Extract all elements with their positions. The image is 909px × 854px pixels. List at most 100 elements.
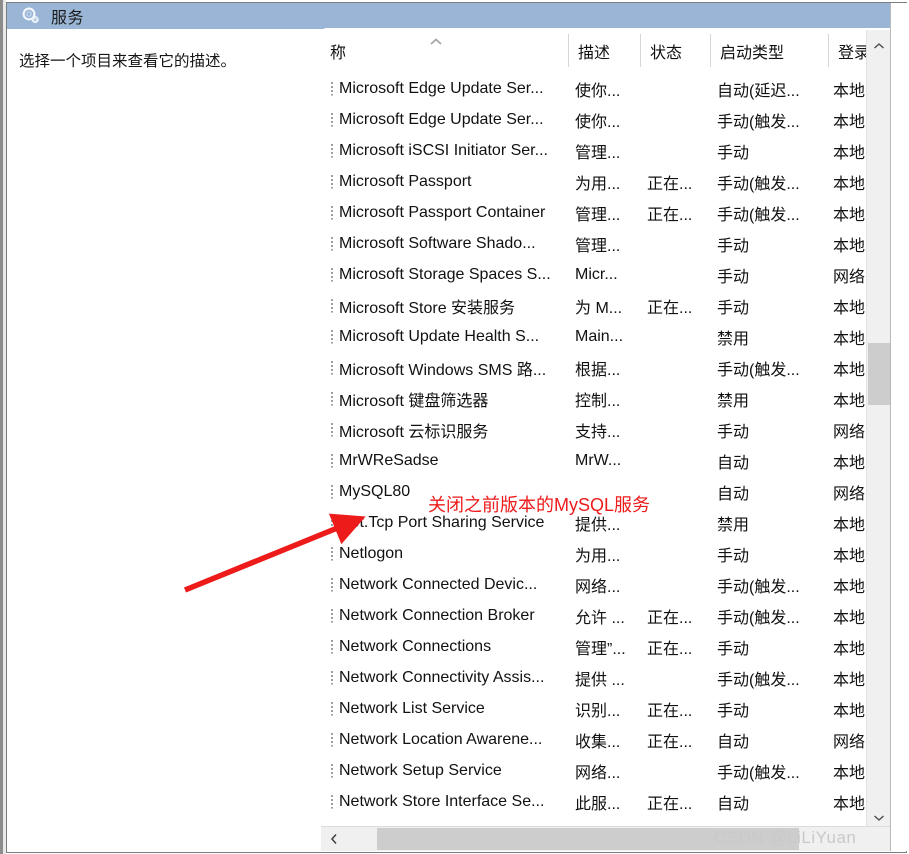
service-startup-type-cell: 手动 xyxy=(717,547,750,565)
service-status-cell: 正在... xyxy=(647,795,693,813)
service-description-cell: 管理... xyxy=(575,237,621,255)
column-header-name[interactable]: 称 xyxy=(321,28,568,73)
service-description-cell: 管理... xyxy=(575,206,621,224)
service-name-cell: Microsoft Edge Update Ser... xyxy=(339,79,544,97)
service-startup-type-cell: 手动(触发... xyxy=(717,206,800,224)
service-status-cell: 正在... xyxy=(647,640,693,658)
service-startup-type-cell: 禁用 xyxy=(717,330,750,348)
services-gear-icon xyxy=(21,6,41,26)
service-description-cell: Micr... xyxy=(575,265,618,283)
service-startup-type-cell: 手动(触发... xyxy=(717,361,800,379)
vertical-scrollbar-thumb[interactable] xyxy=(868,343,890,405)
window-title: 服务 xyxy=(51,10,85,27)
list-column-header: 称 描述 状态 启动类型 登录 xyxy=(321,28,906,73)
service-name-cell: Network Connections xyxy=(339,637,492,655)
vertical-scrollbar[interactable] xyxy=(866,30,890,840)
service-name-cell: Network Store Interface Se... xyxy=(339,792,545,810)
table-row[interactable]: Microsoft Edge Update Ser... 使你... 自动(延迟..… xyxy=(321,73,906,104)
service-startup-type-cell: 手动 xyxy=(717,299,750,317)
service-item-icon xyxy=(330,143,337,158)
service-startup-type-cell: 手动(触发... xyxy=(717,764,800,782)
service-startup-type-cell: 手动 xyxy=(717,144,750,162)
column-header-description[interactable]: 描述 xyxy=(569,28,640,73)
service-status-cell xyxy=(647,135,713,166)
scroll-left-icon[interactable] xyxy=(323,827,345,851)
service-item-icon xyxy=(330,608,337,623)
table-row[interactable]: Microsoft iSCSI Initiator Ser... 管理... 手动本… xyxy=(321,135,906,166)
table-row[interactable]: Microsoft 键盘筛选器 控制... 禁用 本地 xyxy=(321,383,906,414)
table-row[interactable]: Network Setup Service 网络... 手动(触发... 本地 xyxy=(321,755,906,786)
table-row[interactable]: Network List Service 识别... 正在... 手动 本地 xyxy=(321,693,906,724)
service-name-cell: Microsoft Software Shado... xyxy=(339,234,536,252)
service-item-icon xyxy=(330,732,337,747)
service-status-cell: 正在... xyxy=(647,609,693,627)
table-row[interactable]: Network Connection Broker 允许 ... 正在... 手动(触… xyxy=(321,600,906,631)
service-name-cell: Network Connection Broker xyxy=(339,606,535,624)
table-row[interactable]: Network Connectivity Assis... 提供 ... 手动(触发… xyxy=(321,662,906,693)
service-status-cell xyxy=(647,104,713,135)
table-row[interactable]: Microsoft Edge Update Ser... 使你... 手动(触发..… xyxy=(321,104,906,135)
table-row[interactable]: Microsoft Windows SMS 路... 根据... 手动(触发... 本… xyxy=(321,352,906,383)
table-row[interactable]: Microsoft Storage Spaces S... Micr... 手动 网络 xyxy=(321,259,906,290)
description-placeholder-text: 选择一个项目来查看它的描述。 xyxy=(19,53,237,70)
service-name-cell: Microsoft 键盘筛选器 xyxy=(339,392,489,410)
service-status-cell xyxy=(647,569,713,600)
table-row[interactable]: Microsoft Store 安装服务为 M... 正在... 手动 本地 xyxy=(321,290,906,321)
service-item-icon xyxy=(330,422,337,437)
scroll-up-icon[interactable] xyxy=(867,36,890,56)
table-row[interactable]: Network Location Awarene... 收集... 正在... 自动网… xyxy=(321,724,906,755)
table-row[interactable]: Microsoft Software Shado... 管理... 手动 本地 xyxy=(321,228,906,259)
service-description-cell: Main... xyxy=(575,327,624,345)
service-status-cell xyxy=(647,228,713,259)
service-startup-type-cell: 手动 xyxy=(717,702,750,720)
service-item-icon xyxy=(330,267,337,282)
service-description-cell: 识别... xyxy=(575,702,621,720)
services-list-pane: 称 描述 状态 启动类型 登录 Microsoft Edge Update Se… xyxy=(321,28,906,851)
service-name-cell: Microsoft iSCSI Initiator Ser... xyxy=(339,141,548,159)
service-description-cell: 为 M... xyxy=(575,299,623,317)
service-description-cell: 此服... xyxy=(575,795,621,813)
service-startup-type-cell: 自动 xyxy=(717,733,750,751)
service-item-icon xyxy=(330,360,337,375)
table-row[interactable]: Microsoft Update Health S... Main... 禁用 本地 xyxy=(321,321,906,352)
service-startup-type-cell: 手动(触发... xyxy=(717,671,800,689)
service-status-cell xyxy=(647,476,713,507)
service-item-icon xyxy=(330,298,337,313)
service-status-cell xyxy=(647,662,713,693)
service-item-icon xyxy=(330,484,337,499)
scroll-down-icon[interactable] xyxy=(867,808,890,828)
service-status-cell: 正在... xyxy=(647,175,693,193)
table-row[interactable]: MrWReSadse MrW... 自动 本地 xyxy=(321,445,906,476)
table-row[interactable]: Microsoft Passport Container 管理... 正在... 手动… xyxy=(321,197,906,228)
service-status-cell xyxy=(647,321,713,352)
services-window-screenshot: 服务 选择一个项目来查看它的描述。 称 描述 状态 启动类型 登录 Micros… xyxy=(0,0,909,854)
service-item-icon xyxy=(330,794,337,809)
service-item-icon xyxy=(330,577,337,592)
table-row[interactable]: Microsoft Passport 为用... 正在... 手动(触发... 本地 xyxy=(321,166,906,197)
column-header-status[interactable]: 状态 xyxy=(641,28,710,73)
table-row[interactable]: Netlogon 为用... 手动 本地 xyxy=(321,538,906,569)
service-status-cell xyxy=(647,538,713,569)
table-row[interactable]: Network Connected Devic... 网络... 手动(触发... 本… xyxy=(321,569,906,600)
service-status-cell: 正在... xyxy=(647,206,693,224)
service-description-cell: 管理... xyxy=(575,144,621,162)
service-startup-type-cell: 自动(延迟... xyxy=(717,82,800,100)
table-row[interactable]: Microsoft 云标识服务 支持... 手动 网络 xyxy=(321,414,906,445)
annotation-label: 关闭之前版本的MySQL服务 xyxy=(428,495,651,515)
service-description-cell: 网络... xyxy=(575,764,621,782)
column-header-startup-type[interactable]: 启动类型 xyxy=(711,28,828,73)
service-name-cell: Microsoft Edge Update Ser... xyxy=(339,110,544,128)
service-description-cell: 根据... xyxy=(575,361,621,379)
service-item-icon xyxy=(330,546,337,561)
table-row[interactable]: Network Store Interface Se... 此服... 正在... 自… xyxy=(321,786,906,817)
service-status-cell: 正在... xyxy=(647,299,693,317)
service-startup-type-cell: 手动 xyxy=(717,640,750,658)
description-pane: 选择一个项目来查看它的描述。 xyxy=(10,29,321,851)
service-name-cell: MrWReSadse xyxy=(339,451,439,469)
service-name-cell: Network List Service xyxy=(339,699,485,717)
watermark-text: CSDN @LiLiYuan xyxy=(714,828,857,847)
service-name-cell: Network Setup Service xyxy=(339,761,502,779)
service-name-cell: Microsoft Windows SMS 路... xyxy=(339,361,547,379)
service-name-cell: Microsoft Store 安装服务 xyxy=(339,299,516,317)
table-row[interactable]: Network Connections 管理”... 正在... 手动 本地 xyxy=(321,631,906,662)
